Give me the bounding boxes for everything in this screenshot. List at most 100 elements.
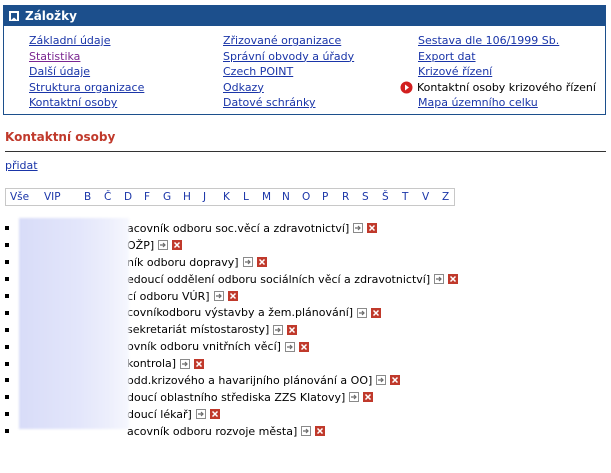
edit-icon[interactable] bbox=[284, 341, 295, 352]
edit-icon[interactable] bbox=[301, 426, 312, 437]
bullet bbox=[5, 378, 9, 383]
filter-g[interactable]: G bbox=[163, 191, 171, 203]
bullet bbox=[5, 327, 9, 332]
filter-n[interactable]: N bbox=[282, 191, 290, 203]
filter-all[interactable]: Vše bbox=[10, 191, 29, 203]
contact-role: OŽP] bbox=[127, 238, 155, 252]
filter-f[interactable]: F bbox=[144, 191, 150, 203]
filter-s-caron[interactable]: Š bbox=[382, 191, 389, 203]
tab-data-boxes[interactable]: Datové schránky bbox=[223, 95, 354, 111]
bullet bbox=[5, 361, 9, 366]
bullet bbox=[5, 412, 9, 417]
delete-icon[interactable] bbox=[194, 358, 205, 369]
tab-statistics[interactable]: Statistika bbox=[29, 49, 144, 65]
tab-links[interactable]: Odkazy bbox=[223, 80, 354, 96]
delete-icon[interactable] bbox=[363, 392, 374, 403]
filter-r[interactable]: R bbox=[342, 191, 349, 203]
filter-vip[interactable]: VIP bbox=[44, 191, 61, 203]
tabs-column-1: Základní údaje Statistika Další údaje St… bbox=[29, 33, 144, 111]
edit-icon[interactable] bbox=[434, 274, 445, 285]
bullet bbox=[5, 344, 9, 349]
contact-role: ník odboru dopravy] bbox=[127, 255, 239, 269]
divider bbox=[5, 151, 606, 152]
filter-p[interactable]: P bbox=[322, 191, 328, 203]
edit-icon[interactable] bbox=[273, 324, 284, 335]
bullet bbox=[5, 226, 9, 231]
current-tab-label: Kontaktní osoby krizového řízení bbox=[417, 80, 596, 94]
filter-m[interactable]: M bbox=[262, 191, 271, 203]
bullet bbox=[5, 294, 9, 298]
bullet bbox=[5, 395, 9, 400]
delete-icon[interactable] bbox=[367, 223, 378, 234]
delete-icon[interactable] bbox=[390, 375, 401, 386]
edit-icon[interactable] bbox=[180, 358, 191, 369]
contact-role: kontrola] bbox=[127, 357, 177, 371]
edit-icon[interactable] bbox=[158, 240, 169, 251]
filter-c-caron[interactable]: Č bbox=[104, 191, 111, 203]
tabs-column-2: Zřizované organizace Správní obvody a úř… bbox=[223, 33, 354, 111]
edit-icon[interactable] bbox=[242, 257, 253, 268]
contact-role: acovník odboru soc.věcí a zdravotnictví] bbox=[127, 221, 350, 235]
filter-j[interactable]: J bbox=[203, 191, 206, 203]
delete-icon[interactable] bbox=[315, 426, 326, 437]
filter-b[interactable]: B bbox=[84, 191, 91, 203]
delete-icon[interactable] bbox=[298, 341, 309, 352]
bullet bbox=[5, 277, 9, 282]
edit-icon[interactable] bbox=[195, 409, 206, 420]
filter-l[interactable]: L bbox=[243, 191, 249, 203]
bullet bbox=[5, 260, 9, 265]
panel-header: Záložky bbox=[4, 6, 605, 26]
delete-icon[interactable] bbox=[227, 291, 238, 301]
tab-czech-point[interactable]: Czech POINT bbox=[223, 64, 354, 80]
tab-basic-info[interactable]: Základní údaje bbox=[29, 33, 144, 49]
bullet bbox=[5, 243, 9, 248]
filter-s[interactable]: S bbox=[362, 191, 369, 203]
contact-role: covníkodboru výstavby a žem.plánování] bbox=[127, 306, 354, 320]
tab-established-orgs[interactable]: Zřizované organizace bbox=[223, 33, 354, 49]
bookmark-icon bbox=[9, 11, 19, 21]
tab-org-structure[interactable]: Struktura organizace bbox=[29, 80, 144, 96]
contact-role: cí odboru VÚR] bbox=[127, 289, 210, 303]
edit-icon[interactable] bbox=[213, 291, 224, 301]
filter-d[interactable]: D bbox=[124, 191, 132, 203]
delete-icon[interactable] bbox=[287, 324, 298, 335]
contact-role: acovník odboru rozvoje města] bbox=[127, 424, 298, 438]
tab-contacts[interactable]: Kontaktní osoby bbox=[29, 95, 144, 111]
delete-icon[interactable] bbox=[448, 274, 459, 285]
tab-report-106[interactable]: Sestava dle 106/1999 Sb. bbox=[418, 33, 596, 49]
edit-icon[interactable] bbox=[353, 223, 364, 234]
filter-t[interactable]: T bbox=[402, 191, 408, 203]
filter-v[interactable]: V bbox=[422, 191, 429, 203]
bullet bbox=[5, 310, 9, 315]
contact-role: ovník odboru vnitřních věcí] bbox=[127, 340, 281, 354]
tab-crisis-management[interactable]: Krizové řízení bbox=[418, 64, 596, 80]
tab-admin-districts[interactable]: Správní obvody a úřady bbox=[223, 49, 354, 65]
filter-k[interactable]: K bbox=[223, 191, 230, 203]
contact-role: doucí lékař] bbox=[127, 407, 192, 421]
tabs-column-3: Sestava dle 106/1999 Sb. Export dat Kriz… bbox=[400, 33, 596, 111]
edit-icon[interactable] bbox=[349, 392, 360, 403]
edit-icon[interactable] bbox=[376, 375, 387, 386]
tab-export-data[interactable]: Export dat bbox=[418, 49, 596, 65]
filter-h[interactable]: H bbox=[183, 191, 191, 203]
filter-z[interactable]: Z bbox=[442, 191, 449, 203]
delete-icon[interactable] bbox=[172, 240, 183, 251]
bullet bbox=[5, 429, 9, 434]
tab-map[interactable]: Mapa územního celku bbox=[418, 95, 596, 111]
bookmarks-panel: Záložky Základní údaje Statistika Další … bbox=[3, 5, 606, 115]
redaction-overlay bbox=[19, 218, 129, 429]
tab-crisis-contacts-current: Kontaktní osoby krizového řízení bbox=[400, 80, 596, 96]
contact-role: edoucí oddělení odboru sociálních věcí a… bbox=[127, 272, 431, 286]
current-arrow-icon bbox=[400, 81, 413, 94]
delete-icon[interactable] bbox=[209, 409, 220, 420]
delete-icon[interactable] bbox=[256, 257, 267, 268]
alphabet-filter: Vše VIP B Č D F G H J K L M N O P R S Š … bbox=[5, 188, 455, 206]
filter-o[interactable]: O bbox=[302, 191, 310, 203]
tab-other-info[interactable]: Další údaje bbox=[29, 64, 144, 80]
contact-role: odd.krizového a havarijního plánování a … bbox=[127, 373, 373, 387]
contact-role: doucí oblastního střediska ZZS Klatovy] bbox=[127, 390, 346, 404]
edit-icon[interactable] bbox=[357, 307, 368, 318]
add-link[interactable]: přidat bbox=[5, 159, 38, 172]
panel-title: Záložky bbox=[25, 9, 77, 23]
delete-icon[interactable] bbox=[371, 307, 382, 318]
